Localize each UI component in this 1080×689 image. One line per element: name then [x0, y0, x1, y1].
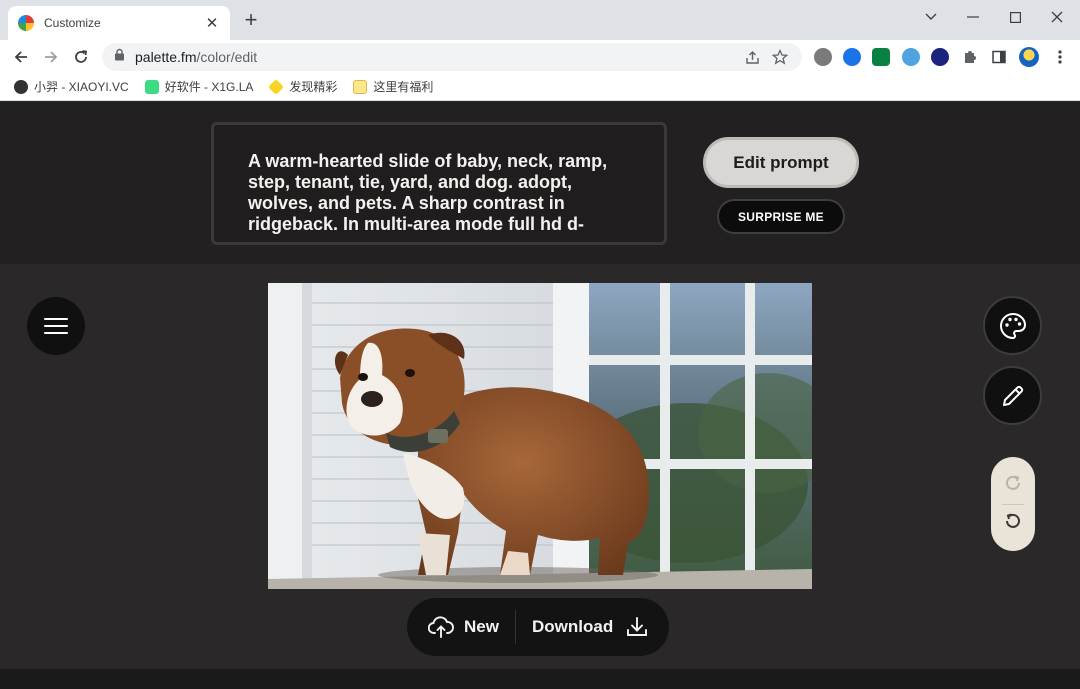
back-arrow-icon[interactable] [8, 44, 34, 70]
colorized-photo [268, 283, 812, 589]
maximize-button[interactable] [1000, 6, 1030, 28]
folder-icon [353, 79, 368, 94]
bookmark-item[interactable]: 发现精彩 [268, 78, 337, 95]
new-upload-button[interactable]: New [407, 598, 515, 656]
avatar-bookmark-icon [14, 79, 28, 94]
edit-pencil-button[interactable] [983, 366, 1042, 425]
cloud-upload-icon [428, 616, 454, 638]
edit-prompt-button[interactable]: Edit prompt [703, 137, 859, 188]
browser-tab[interactable]: Customize ✕ [8, 6, 230, 40]
extension-bird-blue-icon[interactable] [902, 48, 920, 66]
extension-bird-icon[interactable] [814, 48, 832, 66]
software-bookmark-icon [144, 79, 159, 94]
extension-robot-icon[interactable] [872, 48, 890, 66]
profile-avatar[interactable] [1019, 47, 1039, 67]
close-window-button[interactable] [1042, 6, 1072, 28]
hamburger-icon [44, 318, 68, 334]
palette-button[interactable] [983, 296, 1042, 355]
hamburger-menu-button[interactable] [27, 297, 85, 355]
image-actions-bar: New Download [407, 598, 669, 656]
tab-title: Customize [44, 16, 101, 30]
bookmarks-bar: 小羿 - XIAOYI.VC 好软件 - X1G.LA 发现精彩 这里有福利 [0, 73, 1080, 101]
address-bar[interactable]: palette.fm/color/edit [102, 43, 802, 71]
extensions-puzzle-icon[interactable] [961, 48, 979, 66]
tab-close-icon[interactable]: ✕ [204, 14, 220, 32]
share-icon[interactable] [742, 47, 762, 67]
bookmark-folder[interactable]: 这里有福利 [353, 78, 433, 95]
discover-bookmark-icon [268, 78, 285, 95]
forward-arrow-icon[interactable] [38, 44, 64, 70]
palette-icon [999, 312, 1026, 339]
undo-icon[interactable] [1003, 511, 1023, 536]
bookmark-star-icon[interactable] [770, 47, 790, 67]
more-menu-icon[interactable] [1051, 48, 1069, 66]
pencil-icon [1002, 385, 1023, 406]
url-text[interactable]: palette.fm/color/edit [135, 49, 734, 65]
page-bottom-strip [0, 669, 1080, 689]
minimize-button[interactable] [958, 6, 988, 28]
bookmark-item[interactable]: 小羿 - XIAOYI.VC [14, 78, 129, 95]
history-controls [991, 457, 1035, 551]
prompt-section: A warm-hearted slide of baby, neck, ramp… [0, 102, 1080, 264]
download-button[interactable]: Download [516, 598, 649, 656]
palette-page: A warm-hearted slide of baby, neck, ramp… [0, 102, 1080, 689]
side-panel-icon[interactable] [990, 48, 1008, 66]
lock-icon[interactable] [114, 48, 125, 66]
bookmark-item[interactable]: 好软件 - X1G.LA [144, 78, 253, 95]
new-label: New [464, 617, 499, 636]
tab-search-chevron-icon[interactable] [916, 6, 946, 28]
reload-icon[interactable] [68, 44, 94, 70]
redo-icon[interactable] [1003, 473, 1023, 498]
download-icon [627, 617, 648, 636]
browser-toolbar: palette.fm/color/edit [0, 40, 1080, 73]
palette-favicon-icon [18, 15, 34, 31]
prompt-text: A warm-hearted slide of baby, neck, ramp… [248, 151, 608, 234]
history-divider [1002, 503, 1024, 505]
new-tab-button[interactable]: + [240, 9, 262, 32]
surprise-me-button[interactable]: SURPRISE ME [717, 199, 845, 234]
bulldog-puppy-image [268, 283, 812, 589]
browser-titlebar: Customize ✕ + [0, 0, 1080, 40]
download-label: Download [532, 617, 614, 636]
extension-download-icon[interactable] [843, 48, 861, 66]
prompt-textbox[interactable]: A warm-hearted slide of baby, neck, ramp… [211, 122, 667, 245]
extension-triangle-icon[interactable] [931, 48, 949, 66]
